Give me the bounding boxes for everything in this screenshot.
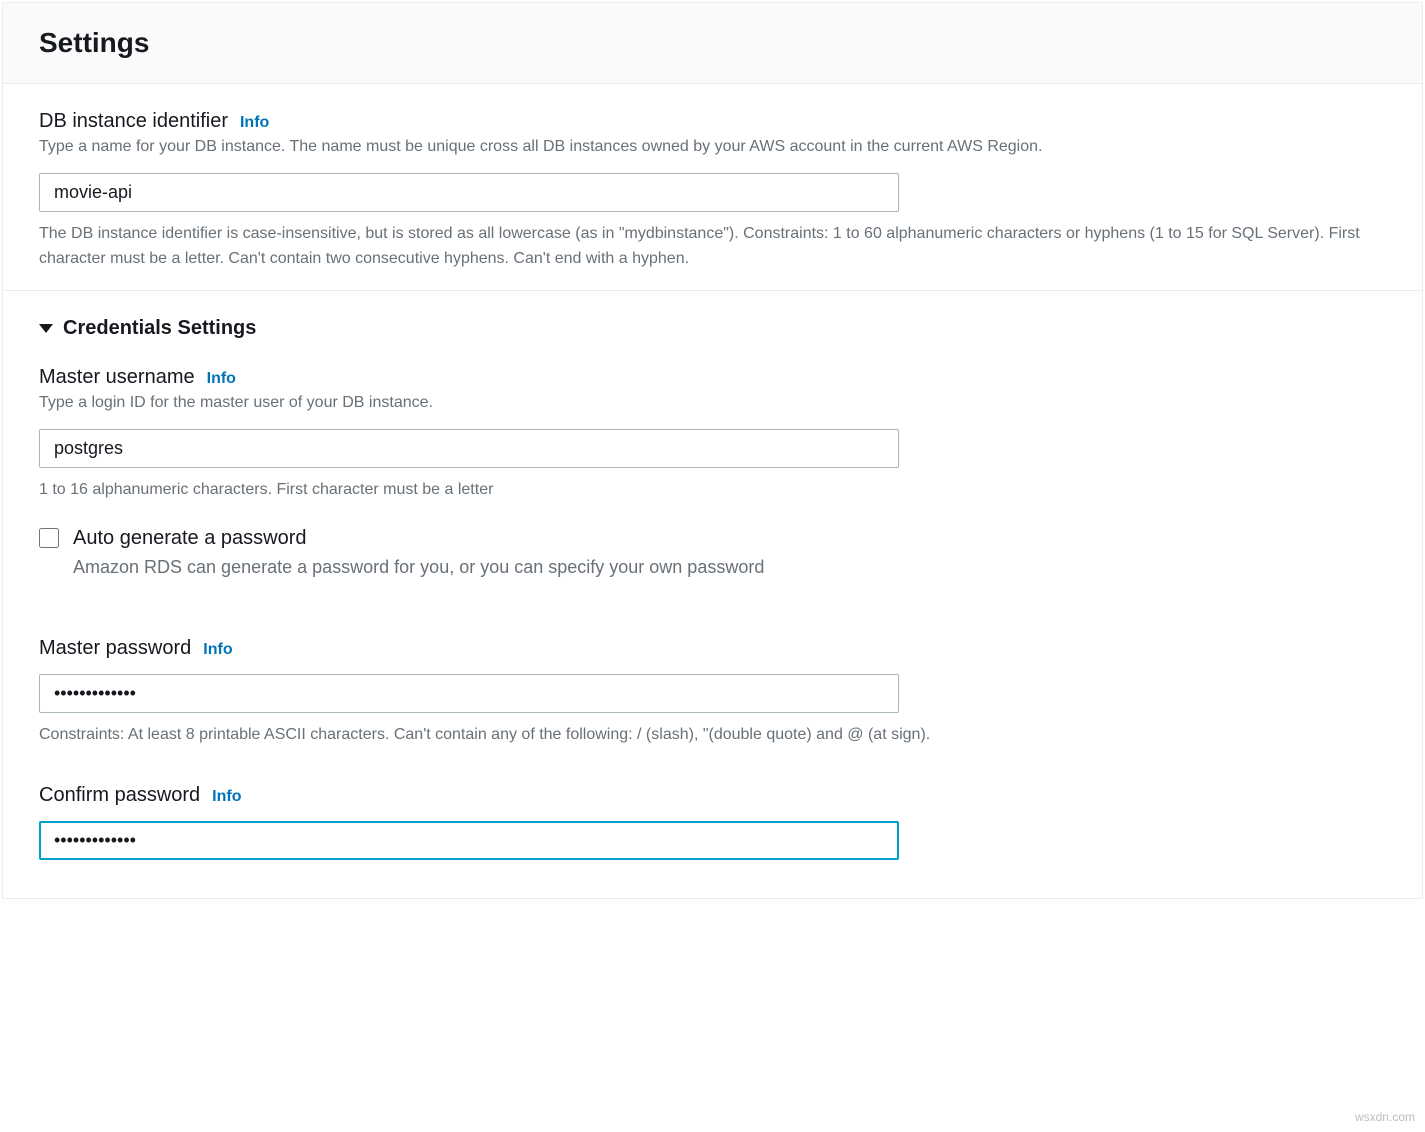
master-username-block: Master username Info Type a login ID for… [39,366,1386,503]
master-password-label: Master password [39,637,191,660]
db-identifier-section: DB instance identifier Info Type a name … [3,84,1422,291]
auto-generate-row: Auto generate a password Amazon RDS can … [39,524,1386,581]
settings-panel: Settings DB instance identifier Info Typ… [2,2,1423,899]
db-identifier-label: DB instance identifier [39,110,228,133]
db-identifier-info-link[interactable]: Info [240,114,269,132]
master-username-constraints: 1 to 16 alphanumeric characters. First c… [39,478,1386,503]
page-title: Settings [39,27,1386,59]
master-username-label: Master username [39,366,195,389]
auto-generate-checkbox[interactable] [39,528,59,548]
confirm-password-label: Confirm password [39,784,200,807]
panel-header: Settings [3,3,1422,84]
master-password-input[interactable] [39,674,899,713]
confirm-password-info-link[interactable]: Info [212,788,241,806]
auto-generate-label: Auto generate a password [73,524,764,552]
master-password-block: Master password Info Constraints: At lea… [39,637,1386,748]
credentials-title: Credentials Settings [63,317,256,340]
master-username-input[interactable] [39,429,899,468]
master-username-help: Type a login ID for the master user of y… [39,391,1386,415]
auto-generate-sub: Amazon RDS can generate a password for y… [73,554,764,581]
credentials-section: Credentials Settings Master username Inf… [3,291,1422,899]
master-password-constraints: Constraints: At least 8 printable ASCII … [39,723,1386,748]
credentials-toggle[interactable]: Credentials Settings [39,317,1386,340]
caret-down-icon [39,324,53,333]
confirm-password-input[interactable] [39,821,899,860]
confirm-password-block: Confirm password Info [39,784,1386,860]
db-identifier-input[interactable] [39,173,899,212]
db-identifier-constraints: The DB instance identifier is case-insen… [39,222,1386,272]
db-identifier-help: Type a name for your DB instance. The na… [39,135,1386,159]
watermark: wsxdn.com [1355,1110,1415,1124]
master-username-info-link[interactable]: Info [207,370,236,388]
master-password-info-link[interactable]: Info [203,641,232,659]
